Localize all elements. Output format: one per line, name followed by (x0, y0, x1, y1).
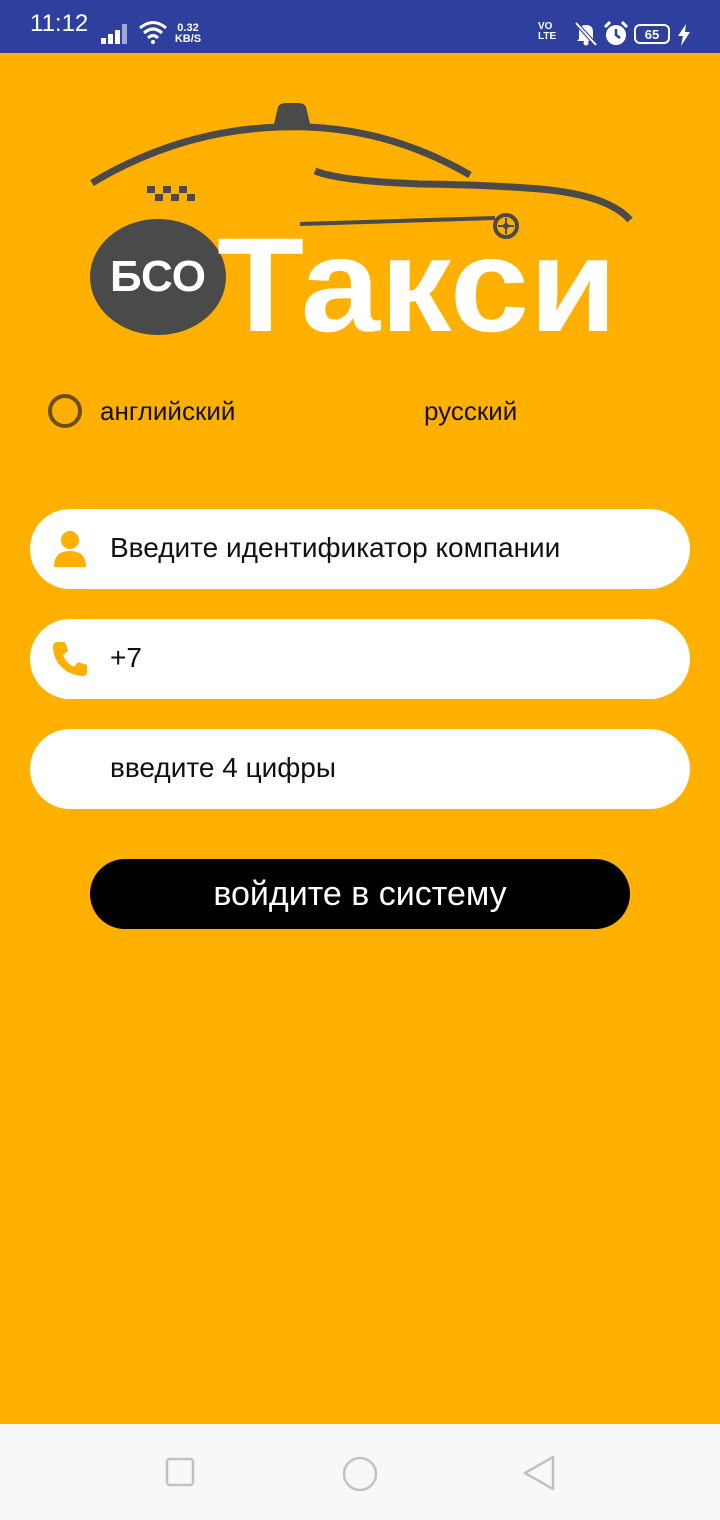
company-id-placeholder: Введите идентификатор компании (110, 532, 561, 563)
language-label-russian[interactable]: русский (424, 396, 517, 427)
code-input[interactable]: введите 4 цифры (30, 729, 690, 809)
login-button[interactable]: войдите в систему (90, 859, 630, 929)
phone-value: +7 (110, 642, 142, 673)
net-speed: 0.32 KB/S (174, 22, 202, 45)
bolt-icon (678, 24, 690, 46)
home-icon[interactable] (341, 1455, 379, 1493)
language-radio-english[interactable] (48, 394, 82, 428)
logo-brand-text: Такси (217, 211, 617, 355)
code-placeholder: введите 4 цифры (110, 752, 336, 783)
alarm-icon (603, 21, 629, 45)
battery-icon: 65 (634, 24, 670, 44)
status-time: 11:12 (30, 10, 89, 37)
company-id-input[interactable]: Введите идентификатор компании (30, 509, 690, 589)
signal-icon (101, 24, 127, 44)
logo-badge-text: БСО (110, 252, 206, 301)
language-selector: английский русский (0, 390, 720, 440)
volte-indicator: VO LTE (538, 21, 557, 42)
language-label-english[interactable]: английский (100, 396, 235, 427)
user-icon (54, 531, 86, 567)
mute-icon (574, 21, 598, 47)
navigation-bar (0, 1424, 720, 1520)
phone-input[interactable]: +7 (30, 619, 690, 699)
status-bar: 11:12 0.32 KB/S VO LTE 65 (0, 0, 720, 53)
wifi-icon (139, 21, 167, 44)
back-icon[interactable] (521, 1455, 557, 1491)
phone-icon (53, 642, 87, 676)
taxi-logo: БСО Такси (90, 103, 633, 355)
recent-apps-icon[interactable] (165, 1457, 195, 1487)
